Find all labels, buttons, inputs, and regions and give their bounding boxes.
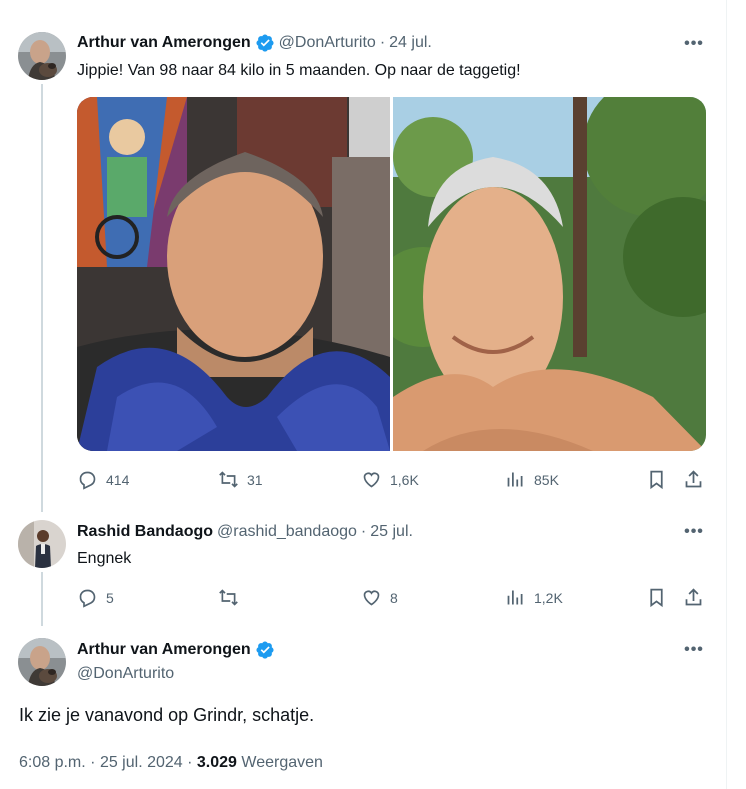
separator: · [90, 754, 96, 771]
share-button[interactable] [683, 469, 704, 490]
separator: · [187, 754, 193, 771]
author-handle[interactable]: @rashid_bandaogo [217, 522, 357, 542]
like-count: 8 [390, 589, 398, 606]
retweet-icon [219, 471, 238, 488]
views-count: 1,2K [534, 589, 563, 606]
retweet-count: 31 [247, 471, 263, 488]
share-icon [685, 470, 702, 488]
views-button[interactable]: 1,2K [505, 587, 563, 608]
views-count: 85K [534, 471, 559, 488]
tweet-actions: 5 8 1,2K [77, 587, 706, 611]
like-count: 1,6K [390, 471, 419, 488]
tweet-meta: 6:08 p.m. · 25 jul. 2024 · 3.029 Weergav… [19, 753, 323, 773]
tweet-text: Engnek [77, 550, 132, 567]
tweet-header: Arthur van Amerongen @DonArturito · 24 j… [77, 33, 432, 53]
author-handle[interactable]: @DonArturito [279, 33, 376, 53]
tweet-media[interactable] [77, 97, 706, 451]
retweet-icon [219, 589, 238, 606]
bookmark-button[interactable] [646, 469, 667, 490]
author-name[interactable]: Arthur van Amerongen [77, 640, 251, 660]
separator: · [360, 523, 367, 540]
tweet-date[interactable]: 24 jul. [389, 33, 432, 53]
tweet-time[interactable]: 6:08 p.m. [19, 754, 86, 771]
separator: · [379, 34, 386, 51]
views-chart-icon [507, 590, 523, 605]
retweet-button[interactable] [218, 587, 247, 608]
tweet-date[interactable]: 25 jul. [370, 522, 413, 542]
author-name[interactable]: Rashid Bandaogo [77, 522, 213, 542]
timeline-border [726, 0, 727, 789]
reply-icon [79, 471, 96, 490]
like-button[interactable]: 1,6K [361, 469, 419, 490]
avatar-arthur[interactable] [18, 32, 66, 80]
like-button[interactable]: 8 [361, 587, 398, 608]
bookmark-icon [650, 470, 663, 490]
author-name[interactable]: Arthur van Amerongen [77, 33, 251, 53]
more-horizontal-icon[interactable]: ••• [682, 520, 706, 544]
heart-icon [363, 590, 380, 606]
verified-badge-icon[interactable] [255, 33, 275, 53]
verified-badge-icon[interactable] [255, 640, 275, 660]
reply-count: 5 [106, 589, 114, 606]
views-chart-icon [507, 472, 523, 487]
photo-garden-selfie[interactable] [393, 97, 706, 451]
bookmark-icon [650, 588, 663, 608]
photo-gym-selfie[interactable] [77, 97, 390, 451]
tweet-actions: 414 31 1,6K 85K [77, 469, 706, 493]
views-button[interactable]: 85K [505, 469, 559, 490]
avatar-arthur[interactable] [18, 638, 66, 686]
author-handle[interactable]: @DonArturito [77, 664, 174, 684]
reply-count: 414 [106, 471, 130, 488]
avatar-rashid[interactable] [18, 520, 66, 568]
tweet-date[interactable]: 25 jul. 2024 [100, 754, 183, 771]
tweet-header: Arthur van Amerongen [77, 640, 279, 660]
bookmark-button[interactable] [646, 587, 667, 608]
thread-line [41, 84, 43, 512]
retweet-button[interactable]: 31 [218, 469, 263, 490]
more-horizontal-icon[interactable]: ••• [682, 638, 706, 662]
views-count[interactable]: 3.029 [197, 754, 237, 771]
reply-button[interactable]: 5 [77, 587, 114, 608]
share-icon [685, 588, 702, 606]
tweet-header: Rashid Bandaogo @rashid_bandaogo · 25 ju… [77, 522, 413, 542]
views-label: Weergaven [241, 754, 323, 771]
tweet-handle-row: @DonArturito [77, 664, 174, 684]
tweet-text: Ik zie je vanavond op Grindr, schatje. [19, 705, 315, 725]
share-button[interactable] [683, 587, 704, 608]
heart-icon [363, 472, 380, 488]
more-horizontal-icon[interactable]: ••• [682, 32, 706, 56]
reply-icon [79, 589, 96, 608]
tweet-text: Jippie! Van 98 naar 84 kilo in 5 maanden… [77, 62, 521, 79]
thread-line [41, 572, 43, 626]
reply-button[interactable]: 414 [77, 469, 129, 490]
